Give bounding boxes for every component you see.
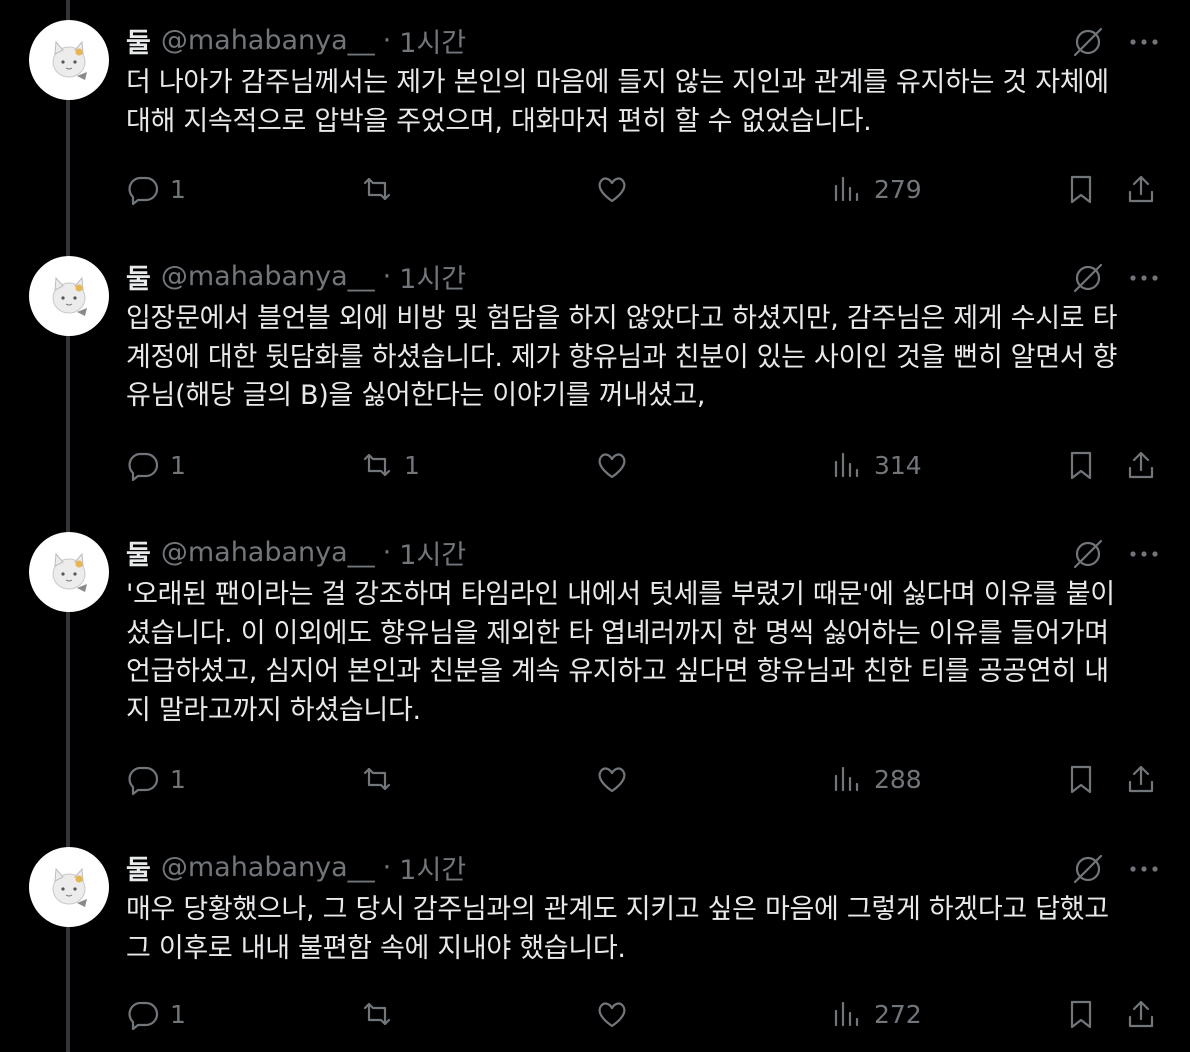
share-icon <box>1128 765 1154 793</box>
more-icon[interactable] <box>1126 32 1162 52</box>
views-button[interactable]: 314 <box>830 448 922 482</box>
views-count: 272 <box>874 999 922 1029</box>
tweet-text: 매우 당황했으나, 그 당시 감주님과의 관계도 지키고 싶은 마음에 그렇게 … <box>126 894 1109 964</box>
more-icon[interactable] <box>1126 544 1162 564</box>
avatar-cat-image <box>52 276 87 316</box>
reply-icon <box>128 1001 159 1031</box>
views-count: 314 <box>874 450 922 480</box>
views-icon <box>834 176 859 202</box>
user-handle[interactable]: @mahabanya__ <box>161 852 375 883</box>
views-icon <box>834 1001 859 1027</box>
bookmark-button[interactable] <box>1064 172 1098 206</box>
avatar[interactable] <box>29 20 109 100</box>
avatar-cat-image <box>52 40 87 80</box>
like-icon <box>598 453 626 479</box>
tweet-text: 입장문에서 블언블 외에 비방 및 험담을 하지 않았다고 하셨지만, 감주님은… <box>126 303 1118 411</box>
views-icon <box>834 452 859 478</box>
repost-icon <box>363 453 391 477</box>
like-button[interactable] <box>595 172 629 206</box>
separator-dot: · <box>382 24 392 56</box>
user-handle[interactable]: @mahabanya__ <box>161 261 375 292</box>
display-name[interactable]: 둘 <box>126 533 151 572</box>
bookmark-icon <box>1070 765 1092 794</box>
display-name[interactable]: 둘 <box>126 848 151 887</box>
repost-button[interactable]: 1 <box>360 448 420 482</box>
share-icon <box>1128 1000 1154 1028</box>
like-icon <box>598 767 626 793</box>
bookmark-icon <box>1070 175 1092 204</box>
share-button[interactable] <box>1124 448 1158 482</box>
reply-count: 1 <box>170 764 186 794</box>
like-icon <box>598 177 626 203</box>
reply-button[interactable]: 1 <box>126 762 186 796</box>
like-icon <box>598 1002 626 1028</box>
user-handle[interactable]: @mahabanya__ <box>161 537 375 568</box>
tweet-text: 더 나아가 감주님께서는 제가 본인의 마음에 들지 않는 지인과 관계를 유지… <box>126 67 1109 137</box>
repost-icon <box>363 767 391 791</box>
share-button[interactable] <box>1124 762 1158 796</box>
avatar[interactable] <box>29 847 109 927</box>
grok-icon[interactable] <box>1070 24 1106 60</box>
timestamp[interactable]: 1시간 <box>399 257 466 296</box>
avatar[interactable] <box>29 532 109 612</box>
grok-icon[interactable] <box>1070 851 1106 887</box>
views-count: 279 <box>874 174 922 204</box>
reply-count: 1 <box>170 450 186 480</box>
tweet-text: '오래된 팬이라는 걸 강조하며 타임라인 내에서 텃세를 부렸기 때문'에 싫… <box>126 579 1115 726</box>
display-name[interactable]: 둘 <box>126 257 151 296</box>
avatar-cat-image <box>52 867 87 907</box>
avatar[interactable] <box>29 256 109 336</box>
timestamp[interactable]: 1시간 <box>399 533 466 572</box>
avatar-cat-image <box>52 552 87 592</box>
like-button[interactable] <box>595 448 629 482</box>
reply-icon <box>128 452 159 482</box>
share-icon <box>1128 175 1154 203</box>
tweet-header: 둘 @mahabanya__ · 1시간 <box>126 847 466 887</box>
repost-button[interactable] <box>360 172 404 206</box>
user-handle[interactable]: @mahabanya__ <box>161 25 375 56</box>
reply-button[interactable]: 1 <box>126 448 186 482</box>
views-icon <box>834 766 859 792</box>
bookmark-button[interactable] <box>1064 997 1098 1031</box>
reply-count: 1 <box>170 174 186 204</box>
like-button[interactable] <box>595 762 629 796</box>
tweet-header: 둘 @mahabanya__ · 1시간 <box>126 20 466 60</box>
views-button[interactable]: 272 <box>830 997 922 1031</box>
grok-icon[interactable] <box>1070 260 1106 296</box>
like-button[interactable] <box>595 997 629 1031</box>
share-button[interactable] <box>1124 172 1158 206</box>
repost-icon <box>363 1002 391 1026</box>
tweet-header: 둘 @mahabanya__ · 1시간 <box>126 256 466 296</box>
repost-icon <box>363 177 391 201</box>
more-icon[interactable] <box>1126 268 1162 288</box>
repost-button[interactable] <box>360 762 404 796</box>
bookmark-icon <box>1070 1000 1092 1029</box>
timestamp[interactable]: 1시간 <box>399 848 466 887</box>
repost-count: 1 <box>404 450 420 480</box>
bookmark-button[interactable] <box>1064 762 1098 796</box>
views-count: 288 <box>874 764 922 794</box>
bookmark-icon <box>1070 451 1092 480</box>
bookmark-button[interactable] <box>1064 448 1098 482</box>
reply-icon <box>128 176 159 206</box>
reply-button[interactable]: 1 <box>126 997 186 1031</box>
display-name[interactable]: 둘 <box>126 21 151 60</box>
grok-icon[interactable] <box>1070 536 1106 572</box>
share-icon <box>1128 451 1154 479</box>
reply-button[interactable]: 1 <box>126 172 186 206</box>
repost-button[interactable] <box>360 997 404 1031</box>
tweet-header: 둘 @mahabanya__ · 1시간 <box>126 532 466 572</box>
more-icon[interactable] <box>1126 859 1162 879</box>
separator-dot: · <box>382 536 392 568</box>
views-button[interactable]: 288 <box>830 762 922 796</box>
timestamp[interactable]: 1시간 <box>399 21 466 60</box>
separator-dot: · <box>382 851 392 883</box>
reply-icon <box>128 766 159 796</box>
separator-dot: · <box>382 260 392 292</box>
reply-count: 1 <box>170 999 186 1029</box>
share-button[interactable] <box>1124 997 1158 1031</box>
views-button[interactable]: 279 <box>830 172 922 206</box>
